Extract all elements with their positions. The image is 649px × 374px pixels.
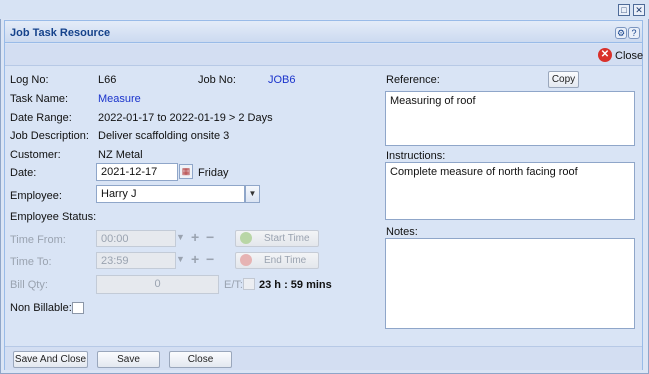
window-titlebar: [0, 0, 649, 19]
date-range-value: 2022-01-17 to 2022-01-19 > 2 Days: [98, 112, 273, 124]
employee-status-label: Employee Status:: [10, 211, 97, 223]
customer-label: Customer:: [10, 149, 61, 161]
non-billable-label: Non Billable:: [10, 302, 72, 314]
close-button[interactable]: Close: [169, 351, 232, 368]
close-circle-icon[interactable]: ✕: [598, 48, 612, 62]
save-and-close-button[interactable]: Save And Close: [13, 351, 88, 368]
time-from-minus-icon: −: [206, 229, 215, 245]
notes-label: Notes:: [386, 226, 418, 238]
instructions-textarea[interactable]: Complete measure of north facing roof: [385, 162, 635, 220]
time-to-plus-icon: +: [191, 251, 200, 267]
job-description-value: Deliver scaffolding onsite 3: [98, 130, 230, 142]
help-icon[interactable]: ?: [628, 27, 640, 39]
time-from-plus-icon: +: [191, 229, 200, 245]
panel-title: Job Task Resource: [10, 27, 111, 39]
end-time-label: End Time: [264, 255, 307, 266]
et-checkbox: [243, 278, 255, 290]
et-value: 23 h : 59 mins: [259, 279, 332, 291]
date-label: Date:: [10, 167, 37, 179]
job-description-label: Job Description:: [10, 130, 89, 142]
bill-qty-field: 0: [96, 275, 219, 294]
top-toolbar: [5, 44, 642, 66]
time-from-field: 00:00: [96, 230, 176, 247]
time-to-label: Time To:: [10, 256, 52, 268]
reference-textarea[interactable]: Measuring of roof: [385, 91, 635, 146]
clock-icon: [240, 254, 252, 266]
time-to-minus-icon: −: [206, 251, 215, 267]
toolbar-close-button[interactable]: Close: [615, 50, 643, 62]
bill-qty-label: Bill Qty:: [10, 279, 48, 291]
task-name-link[interactable]: Measure: [98, 93, 141, 105]
time-to-chevron-down-icon: ▼: [176, 254, 185, 264]
job-no-label: Job No:: [198, 74, 236, 86]
end-time-button: End Time: [235, 252, 319, 269]
employee-label: Employee:: [10, 190, 62, 202]
gear-icon[interactable]: ⚙: [615, 27, 627, 39]
restore-window-icon[interactable]: □: [618, 4, 630, 16]
et-label: E/T:: [224, 279, 243, 291]
time-from-label: Time From:: [10, 234, 66, 246]
task-name-label: Task Name:: [10, 93, 69, 105]
close-window-icon[interactable]: ✕: [633, 4, 645, 16]
date-day-value: Friday: [198, 167, 229, 179]
job-no-link[interactable]: JOB6: [268, 74, 296, 86]
save-button[interactable]: Save: [97, 351, 160, 368]
clock-icon: [240, 232, 252, 244]
start-time-button: Start Time: [235, 230, 319, 247]
log-no-label: Log No:: [10, 74, 49, 86]
copy-button[interactable]: Copy: [548, 71, 579, 88]
calendar-icon[interactable]: ▦: [179, 164, 193, 179]
customer-value: NZ Metal: [98, 149, 143, 161]
non-billable-checkbox[interactable]: [72, 302, 84, 314]
employee-select[interactable]: Harry J: [96, 185, 245, 203]
notes-textarea[interactable]: [385, 238, 635, 329]
reference-label: Reference:: [386, 74, 440, 86]
time-to-field: 23:59: [96, 252, 176, 269]
chevron-down-icon[interactable]: ▼: [245, 185, 260, 203]
start-time-label: Start Time: [264, 233, 310, 244]
time-from-chevron-down-icon: ▼: [176, 232, 185, 242]
instructions-label: Instructions:: [386, 150, 446, 162]
date-field[interactable]: 2021-12-17: [96, 163, 178, 181]
log-no-value: L66: [98, 74, 117, 86]
date-range-label: Date Range:: [10, 112, 72, 124]
